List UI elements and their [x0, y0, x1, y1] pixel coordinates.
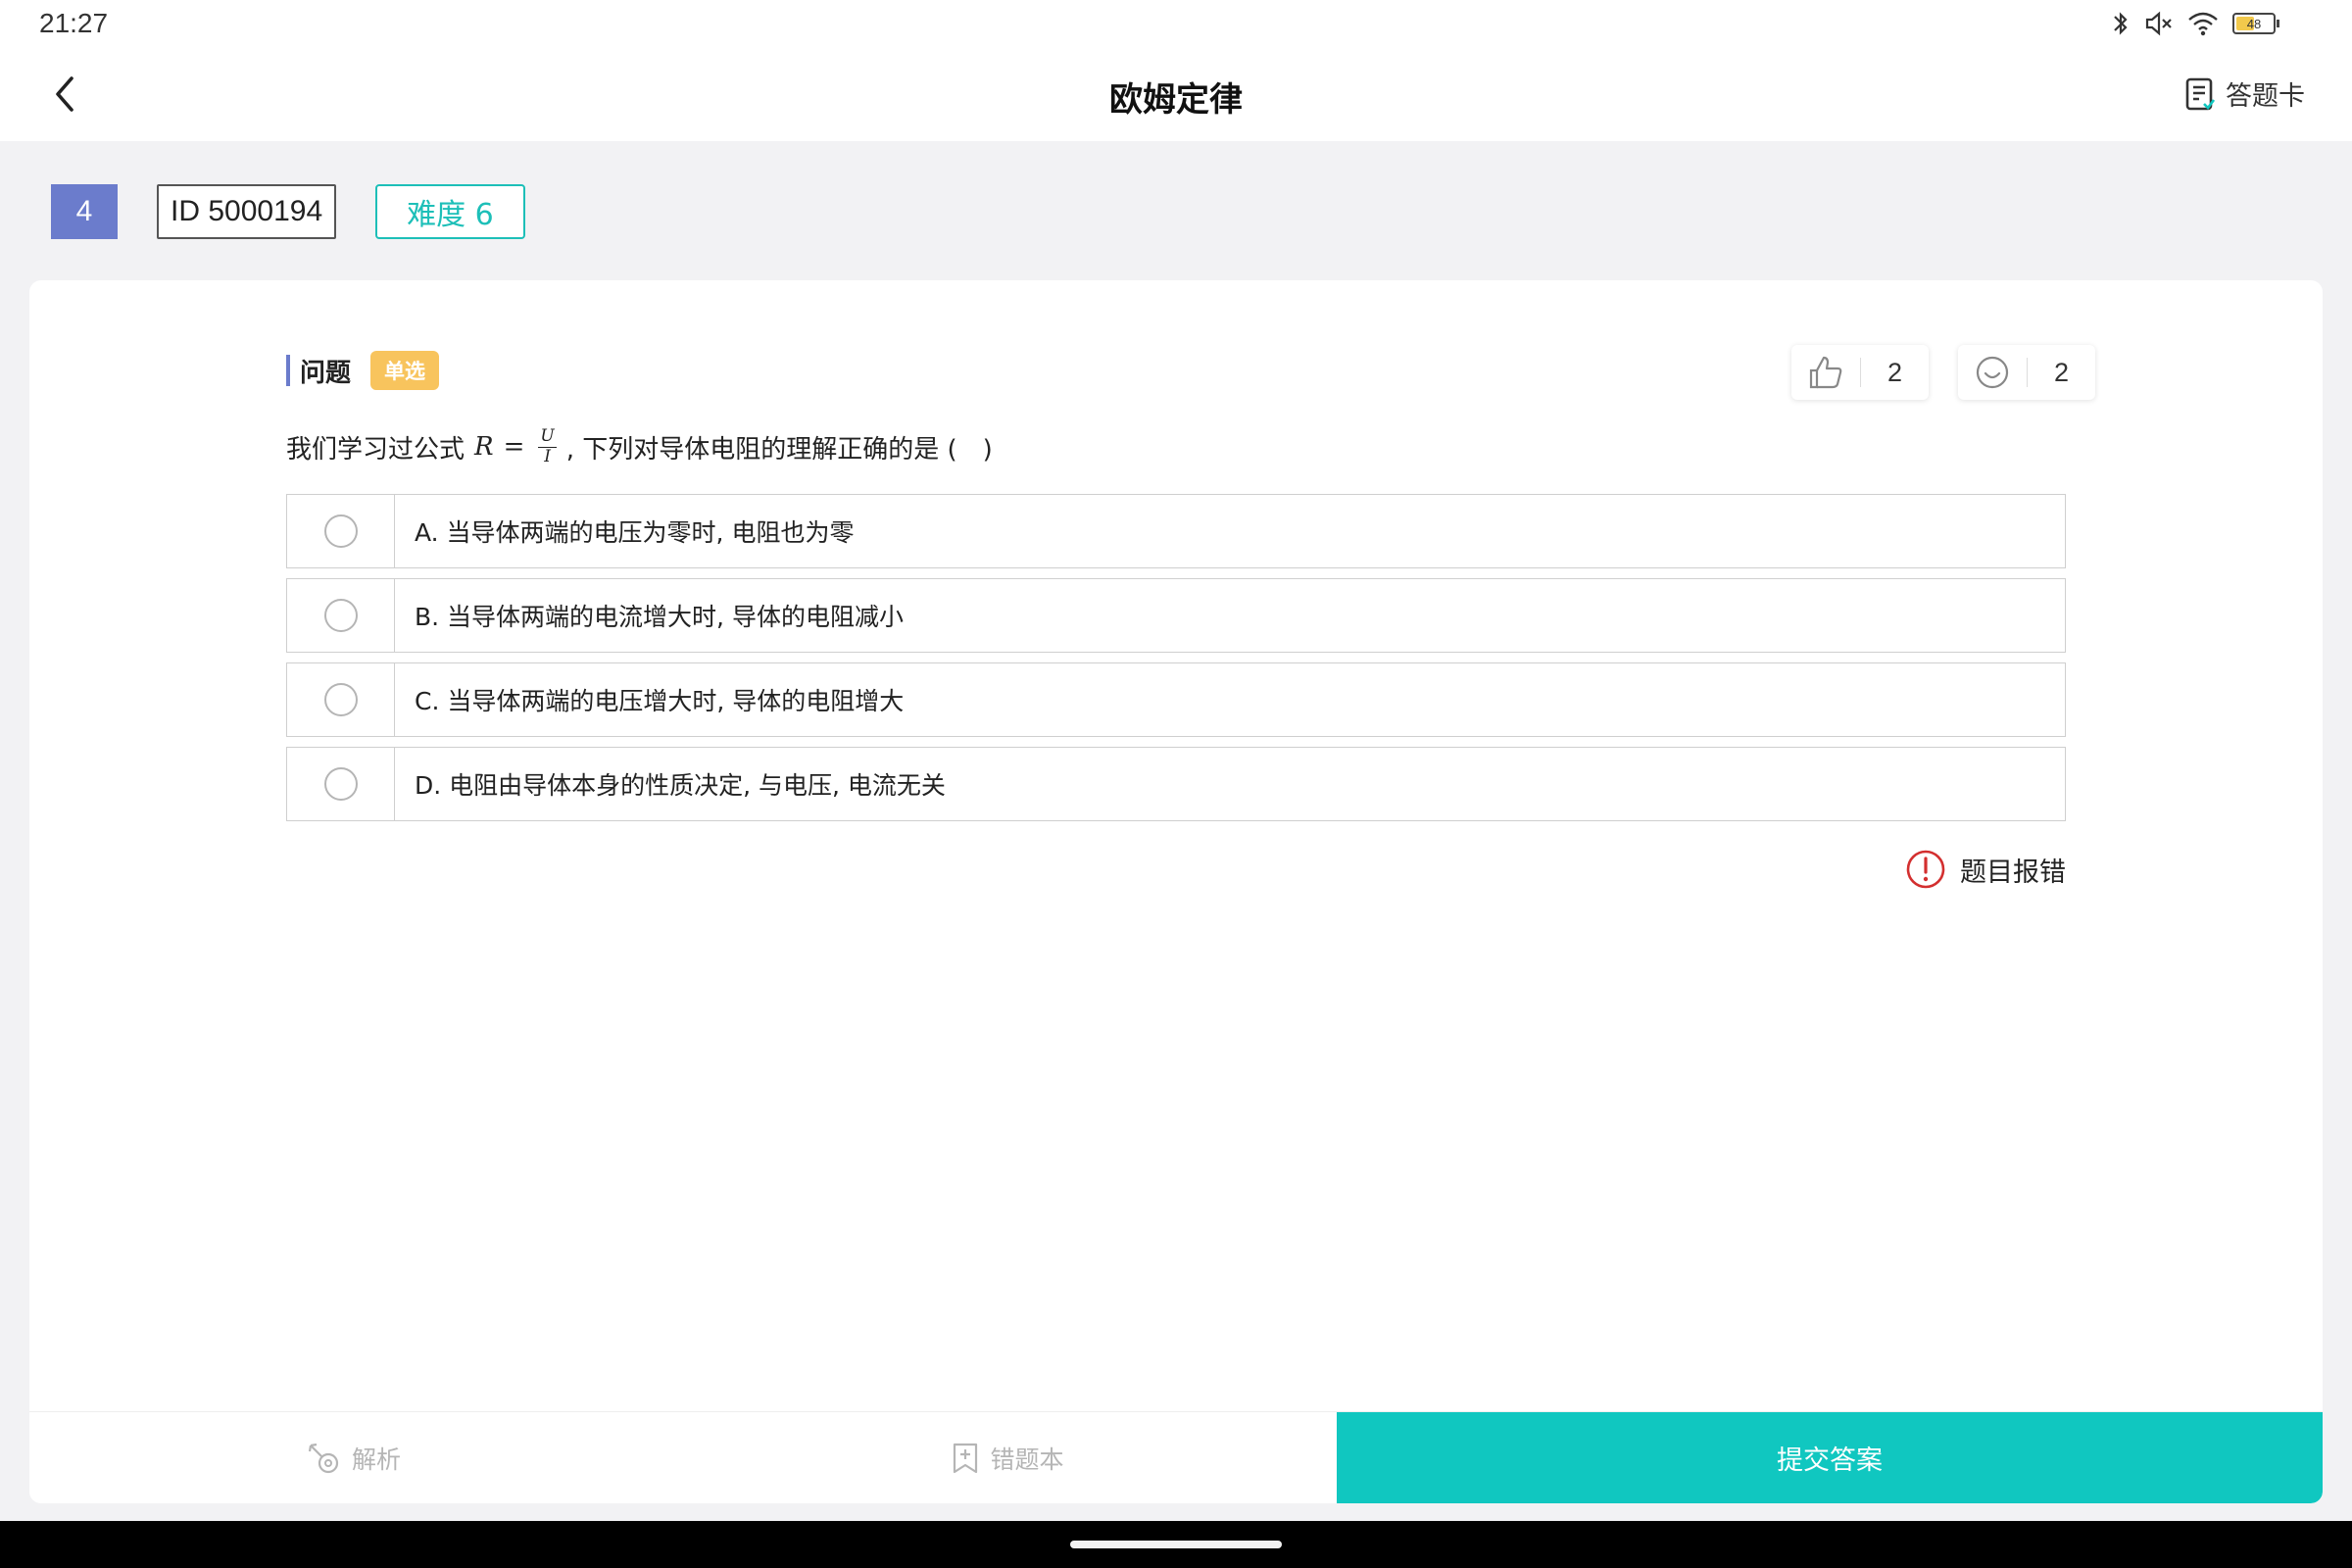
report-error-label: 题目报错: [1960, 857, 2066, 888]
option-a[interactable]: A. 当导体两端的电压为零时, 电阻也为零: [286, 494, 2066, 568]
thumbs-up-icon: [1809, 356, 1842, 389]
submit-answer-label: 提交答案: [1777, 1446, 1883, 1476]
formula-lhs: R: [474, 432, 494, 463]
reaction-icon-wrap: [1791, 354, 1860, 391]
option-b-label: B. 当导体两端的电流增大时, 导体的电阻减小: [415, 603, 904, 631]
battery-icon: 48: [2232, 13, 2279, 34]
section-title: 问题: [300, 358, 352, 388]
submit-answer-button[interactable]: 提交答案: [1337, 1412, 2323, 1503]
bottom-action-bar: 解析 错题本 提交答案: [29, 1411, 2323, 1503]
bluetooth-icon: [2114, 12, 2128, 35]
question-number-badge: 4: [51, 184, 118, 239]
formula-fraction: U I: [538, 426, 557, 466]
answer-card-label: 答题卡: [2226, 81, 2305, 112]
formula-equals: =: [503, 432, 525, 463]
status-bar: 21:27 48: [0, 0, 2352, 47]
question-text-before: 我们学习过公式: [286, 434, 466, 465]
formula: R = U I: [474, 426, 561, 466]
home-indicator[interactable]: [1070, 1541, 1282, 1548]
question-card: 问题 单选 2 2 我们学习过公式 R = U I , 下列对导体电阻的理解正确…: [29, 280, 2323, 1503]
formula-denominator: I: [544, 446, 551, 466]
question-header: 问题 单选: [286, 349, 440, 392]
answer-card-button[interactable]: 答题卡: [2184, 74, 2305, 113]
option-a-label: A. 当导体两端的电压为零时, 电阻也为零: [415, 518, 855, 547]
mute-icon: [2145, 11, 2172, 36]
explain-label: 解析: [351, 1445, 401, 1474]
battery-level: 48: [2246, 16, 2262, 31]
option-d-label: D. 电阻由导体本身的性质决定, 与电压, 电流无关: [415, 771, 946, 800]
option-c[interactable]: C. 当导体两端的电压增大时, 导体的电阻增大: [286, 662, 2066, 737]
status-time: 21:27: [39, 8, 109, 38]
question-text-after: , 下列对导体电阻的理解正确的是 ( ): [565, 434, 993, 465]
bookmark-add-icon: [954, 1443, 978, 1473]
page-title: 欧姆定律: [1109, 80, 1243, 120]
formula-numerator: U: [538, 426, 557, 448]
option-b[interactable]: B. 当导体两端的电流增大时, 导体的电阻减小: [286, 578, 2066, 653]
question-type-badge: 单选: [370, 351, 440, 390]
question-meta-row: 4 ID 5000194 难度 6: [51, 184, 525, 239]
status-icons: 48: [2111, 8, 2279, 39]
option-c-radio[interactable]: [323, 683, 358, 716]
question-id-badge: ID 5000194: [157, 184, 337, 239]
wrongbook-label: 错题本: [990, 1445, 1064, 1474]
wifi-icon: [2188, 12, 2218, 36]
smile-button[interactable]: 2: [1958, 345, 2095, 400]
option-b-radio[interactable]: [323, 599, 358, 632]
options-list: A. 当导体两端的电压为零时, 电阻也为零 B. 当导体两端的电流增大时, 导体…: [286, 494, 2066, 831]
report-error-button[interactable]: 题目报错: [1905, 849, 2066, 890]
alert-icon: [1906, 850, 1945, 889]
option-d-radio[interactable]: [323, 767, 358, 801]
section-accent-bar: [286, 355, 290, 386]
difficulty-badge: 难度 6: [375, 184, 525, 239]
option-radio-cell: [287, 663, 395, 736]
option-radio-cell: [287, 748, 395, 820]
reactions: 2 2: [1791, 345, 2095, 400]
app-header: 欧姆定律 答题卡: [0, 47, 2352, 141]
reaction-icon-wrap: [1958, 354, 2027, 391]
explain-icon: [308, 1443, 339, 1473]
answer-card-icon: [2185, 77, 2216, 110]
option-radio-cell: [287, 579, 395, 652]
option-c-label: C. 当导体两端的电压增大时, 导体的电阻增大: [415, 687, 905, 715]
option-a-radio[interactable]: [323, 514, 358, 548]
like-button[interactable]: 2: [1791, 345, 1929, 400]
smile-icon: [1976, 356, 2009, 389]
like-count: 2: [1886, 357, 1903, 387]
system-nav-bar: [0, 1521, 2352, 1568]
question-text: 我们学习过公式 R = U I , 下列对导体电阻的理解正确的是 ( ): [286, 426, 993, 466]
option-d[interactable]: D. 电阻由导体本身的性质决定, 与电压, 电流无关: [286, 747, 2066, 821]
explain-button[interactable]: 解析: [29, 1412, 678, 1503]
wrongbook-button[interactable]: 错题本: [678, 1412, 1337, 1503]
smile-count: 2: [2053, 357, 2070, 387]
option-radio-cell: [287, 495, 395, 567]
